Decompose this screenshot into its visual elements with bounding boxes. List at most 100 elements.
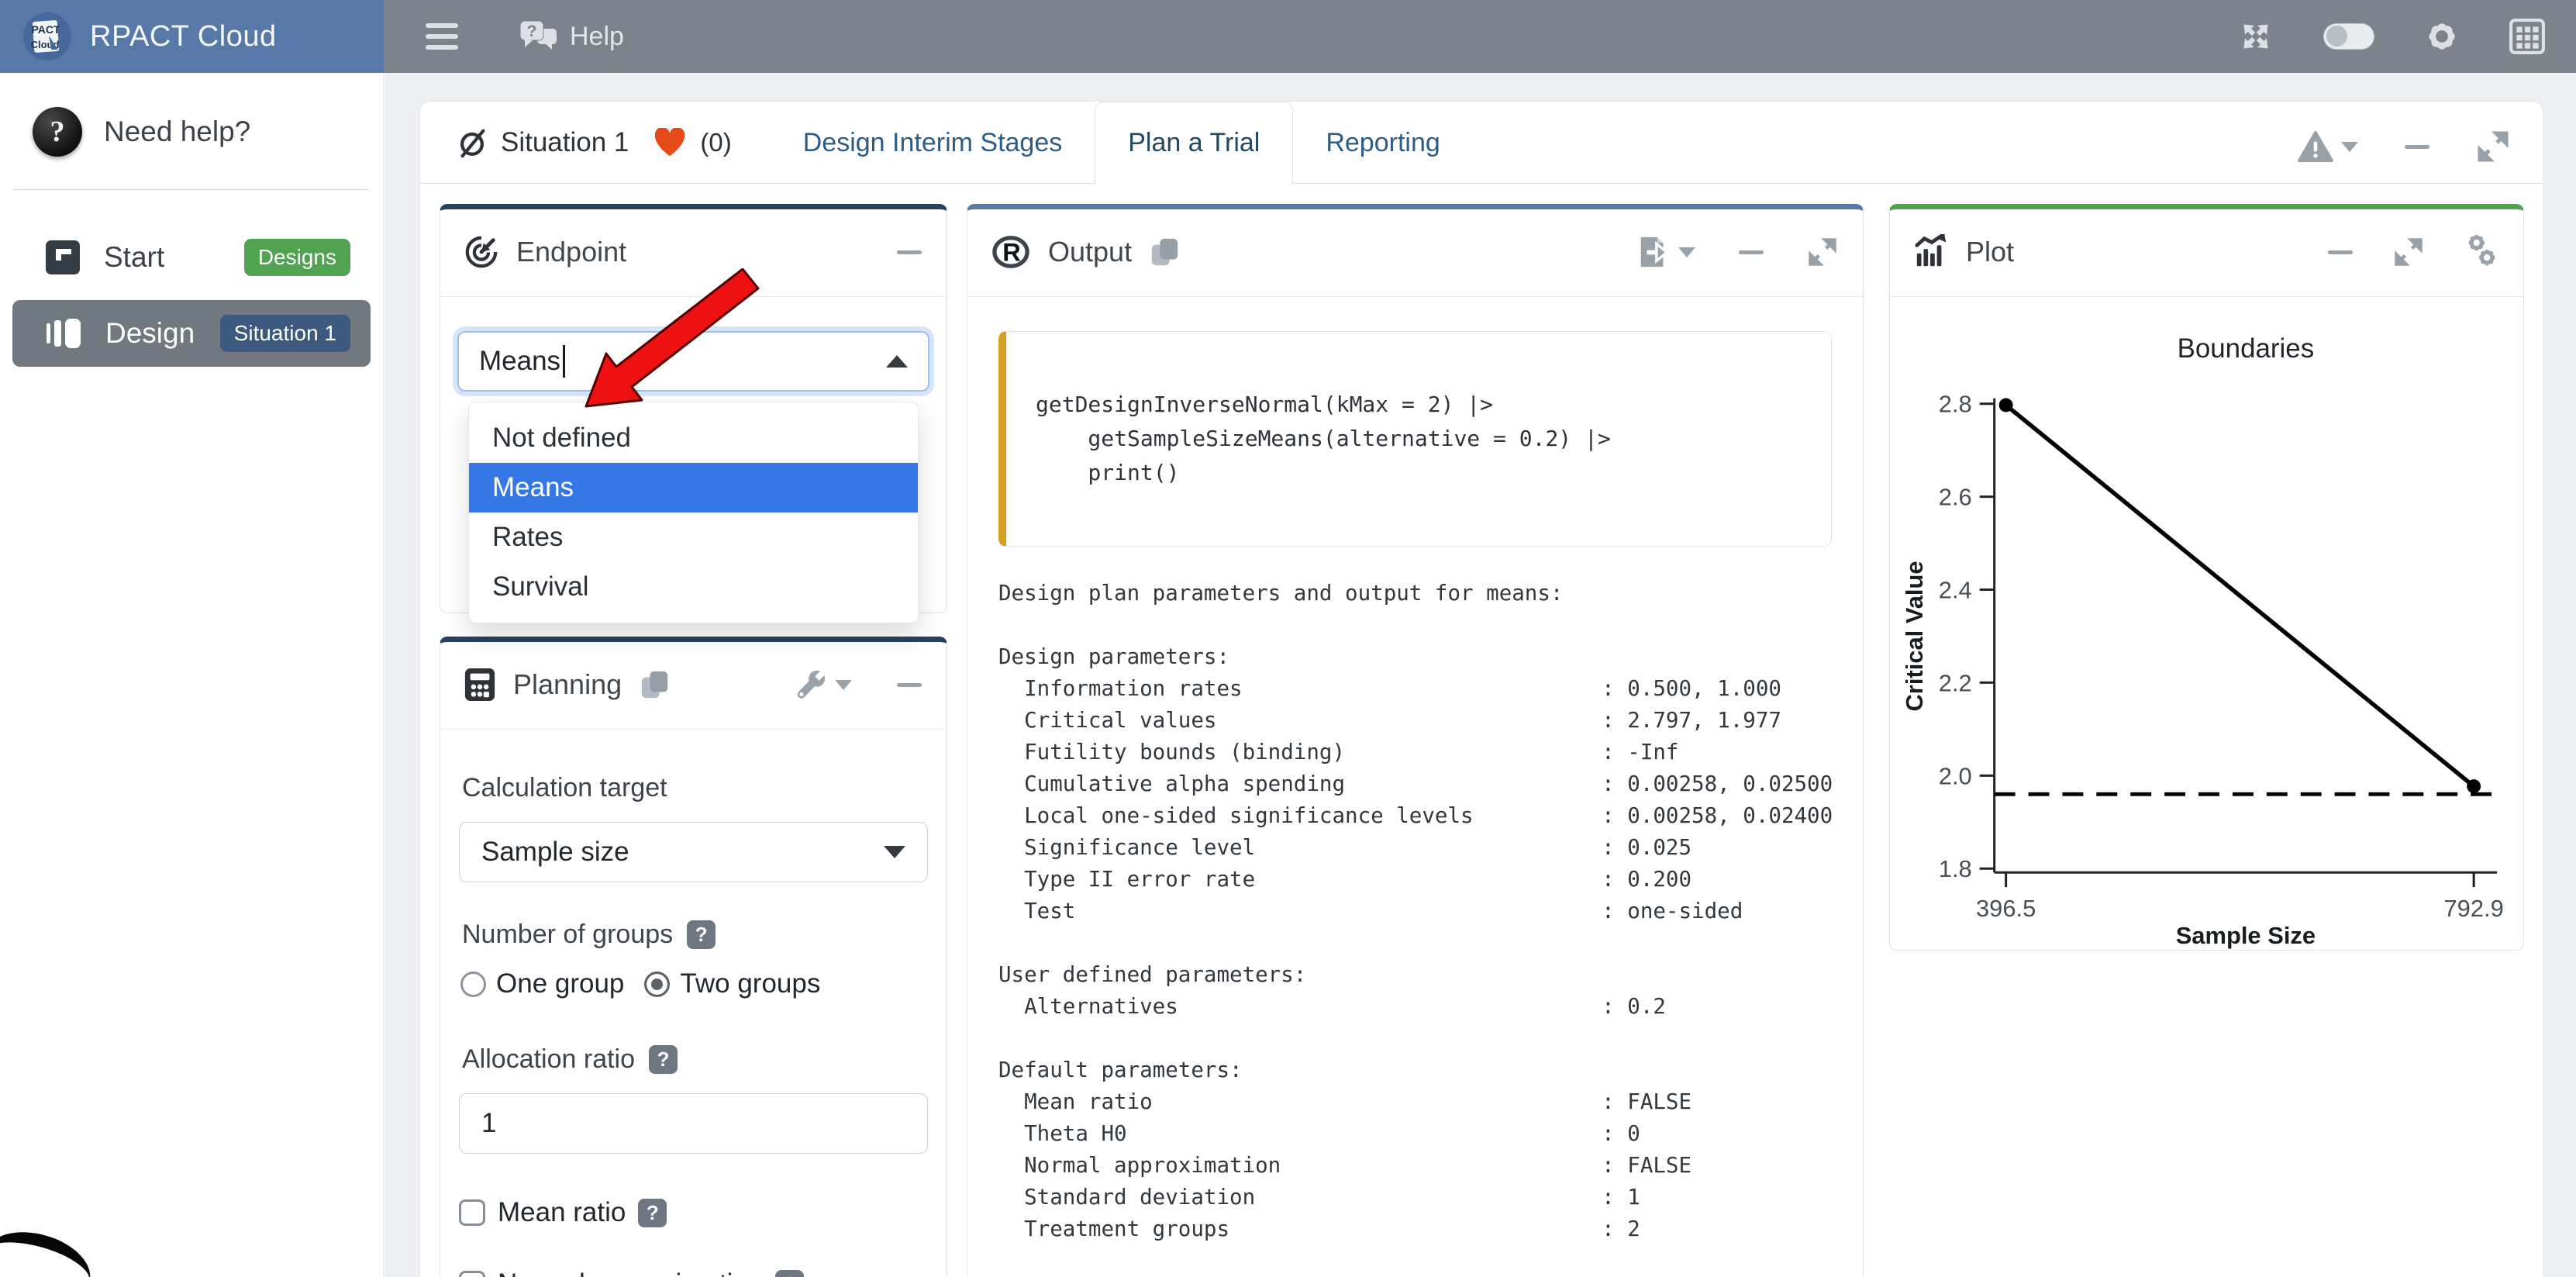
card-actions bbox=[2298, 129, 2510, 164]
warnings-dropdown-button[interactable] bbox=[2298, 130, 2358, 163]
sidebar-item-label: Start bbox=[104, 241, 164, 274]
y-tick-label: 1.8 bbox=[1939, 855, 1972, 882]
chart-icon bbox=[1913, 234, 1949, 270]
sidebar: ? Need help? Start Designs D bbox=[0, 73, 384, 1277]
y-tick-label: 2.4 bbox=[1939, 576, 1972, 603]
designs-badge: Designs bbox=[244, 239, 350, 276]
radio-label: Two groups bbox=[680, 968, 820, 999]
dropdown-option[interactable]: Survival bbox=[469, 562, 918, 612]
chart-title: Boundaries bbox=[2178, 333, 2315, 364]
content-card: Situation 1 (0) Design Interim Stages Pl… bbox=[419, 101, 2543, 1277]
caret-down-icon bbox=[835, 680, 852, 690]
dropdown-option[interactable]: Rates bbox=[469, 513, 918, 562]
help-label: Help bbox=[570, 22, 624, 52]
sidebar-item-start[interactable]: Start Designs bbox=[12, 224, 371, 291]
minimize-panel-button[interactable] bbox=[897, 250, 922, 254]
calculator-icon bbox=[464, 667, 496, 702]
tab-design-interim-stages[interactable]: Design Interim Stages bbox=[771, 102, 1095, 185]
r-logo-icon: R bbox=[991, 234, 1031, 270]
need-help-link[interactable]: ? Need help? bbox=[0, 73, 383, 189]
minimize-panel-button[interactable] bbox=[897, 683, 922, 687]
grid-apps-icon[interactable] bbox=[2509, 19, 2545, 54]
empty-set-icon bbox=[456, 126, 488, 160]
x-tick-label: 792.9 bbox=[2443, 895, 2503, 922]
caret-down-icon bbox=[1678, 247, 1695, 257]
endpoint-select-value: Means bbox=[479, 346, 560, 377]
y-axis-label: Critical Value bbox=[1901, 561, 1928, 711]
tab-reporting[interactable]: Reporting bbox=[1293, 102, 1472, 185]
plot-settings-gears-icon[interactable] bbox=[2464, 235, 2498, 269]
caret-up-icon bbox=[886, 355, 908, 368]
expand-panel-button[interactable] bbox=[2393, 236, 2424, 267]
r-output-text: Design plan parameters and output for me… bbox=[998, 578, 1832, 1245]
expand-card-button[interactable] bbox=[2476, 129, 2510, 164]
panel-title: Endpoint bbox=[516, 236, 626, 268]
heart-icon[interactable] bbox=[653, 128, 686, 157]
help-button[interactable]: ? Help bbox=[519, 19, 624, 54]
help-question-badge[interactable]: ? bbox=[687, 920, 716, 949]
panel-title: Plot bbox=[1966, 236, 2014, 268]
question-mark-icon: ? bbox=[33, 107, 82, 157]
calculation-target-select[interactable]: Sample size bbox=[459, 822, 928, 882]
brand-header: PACT Cloud RPACT Cloud bbox=[0, 0, 384, 73]
svg-text:R: R bbox=[1002, 239, 1021, 267]
mean-ratio-checkbox[interactable] bbox=[459, 1199, 485, 1226]
help-question-badge[interactable]: ? bbox=[649, 1045, 678, 1074]
situation-label: Situation 1 bbox=[501, 127, 629, 158]
y-tick-label: 2.2 bbox=[1939, 669, 1972, 696]
radio-two-groups[interactable] bbox=[644, 972, 670, 997]
expand-panel-button[interactable] bbox=[1807, 236, 1838, 267]
tools-dropdown-button[interactable] bbox=[795, 668, 852, 701]
help-question-badge[interactable]: ? bbox=[775, 1270, 804, 1277]
boundaries-chart: Boundaries1.82.02.22.42.62.8396.5792.9Cr… bbox=[1890, 301, 2523, 956]
dropdown-option[interactable]: Means bbox=[469, 463, 918, 513]
app-title: RPACT Cloud bbox=[90, 20, 277, 53]
r-code-block: getDesignInverseNormal(kMax = 2) |> getS… bbox=[998, 331, 1832, 547]
copy-icon[interactable] bbox=[639, 668, 671, 701]
y-tick-label: 2.0 bbox=[1939, 762, 1972, 789]
svg-text:?: ? bbox=[527, 22, 537, 40]
panel-title: Output bbox=[1048, 236, 1132, 268]
minimize-panel-button[interactable] bbox=[2328, 250, 2353, 254]
radio-label: One group bbox=[496, 968, 624, 999]
corner-decoration bbox=[0, 1220, 98, 1277]
minimize-panel-button[interactable] bbox=[1739, 250, 1764, 254]
tab-plan-a-trial[interactable]: Plan a Trial bbox=[1095, 102, 1293, 185]
design-icon bbox=[45, 316, 82, 350]
copy-icon[interactable] bbox=[1149, 236, 1181, 268]
top-nav: ? Help bbox=[384, 0, 2576, 73]
favorites-count: (0) bbox=[700, 128, 731, 157]
endpoint-target-icon bbox=[464, 234, 499, 270]
normal-approximation-checkbox[interactable] bbox=[459, 1271, 485, 1277]
tab-bar: Situation 1 (0) Design Interim Stages Pl… bbox=[420, 102, 2543, 184]
export-dropdown-button[interactable] bbox=[1636, 234, 1695, 270]
y-tick-label: 2.8 bbox=[1939, 391, 1972, 418]
fullscreen-icon[interactable] bbox=[2238, 19, 2274, 54]
start-icon bbox=[45, 240, 81, 275]
theme-toggle[interactable] bbox=[2323, 23, 2374, 50]
dropdown-option[interactable]: Not defined bbox=[469, 413, 918, 463]
sidebar-item-label: Design bbox=[105, 317, 195, 350]
need-help-label: Need help? bbox=[104, 116, 250, 148]
main-area: Situation 1 (0) Design Interim Stages Pl… bbox=[385, 73, 2576, 1277]
radio-one-group[interactable] bbox=[460, 972, 486, 997]
y-tick-label: 2.6 bbox=[1939, 484, 1972, 511]
data-point bbox=[2467, 779, 2481, 793]
panel-title: Planning bbox=[513, 668, 622, 701]
calculation-target-label: Calculation target bbox=[462, 773, 928, 803]
critical-value-line bbox=[2006, 406, 2474, 787]
caret-down-icon bbox=[2341, 142, 2358, 152]
x-axis-label: Sample Size bbox=[2176, 922, 2316, 949]
svg-text:PACT: PACT bbox=[31, 23, 60, 36]
help-bubbles-icon: ? bbox=[519, 19, 559, 54]
allocation-ratio-input[interactable]: 1 bbox=[459, 1093, 928, 1154]
sidebar-divider bbox=[14, 189, 369, 190]
plot-panel: Plot bbox=[1889, 204, 2524, 951]
gear-icon[interactable] bbox=[2424, 19, 2460, 54]
help-question-badge[interactable]: ? bbox=[638, 1199, 667, 1227]
hamburger-menu-icon[interactable] bbox=[426, 23, 458, 50]
caret-down-icon bbox=[884, 846, 905, 858]
sidebar-item-design[interactable]: Design Situation 1 bbox=[12, 300, 371, 367]
minimize-card-button[interactable] bbox=[2405, 145, 2429, 149]
output-panel: R Output bbox=[967, 204, 1864, 1277]
